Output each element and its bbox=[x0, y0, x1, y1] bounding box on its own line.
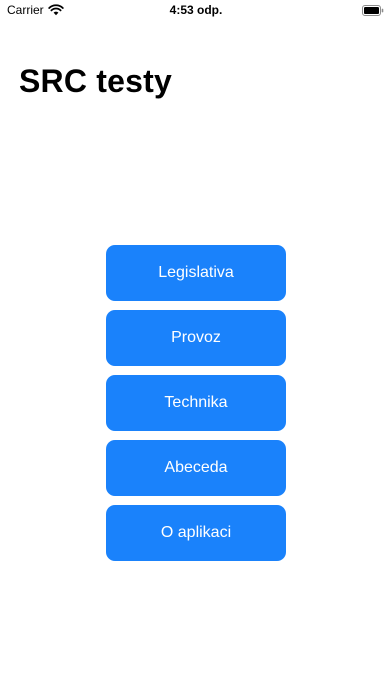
status-bar: Carrier 4:53 odp. bbox=[0, 0, 392, 22]
battery-icon bbox=[362, 5, 384, 16]
abeceda-button[interactable]: Abeceda bbox=[106, 440, 286, 496]
page-title: SRC testy bbox=[19, 63, 172, 99]
legislativa-button[interactable]: Legislativa bbox=[106, 245, 286, 301]
about-app-button[interactable]: O aplikaci bbox=[106, 505, 286, 561]
provoz-button[interactable]: Provoz bbox=[106, 310, 286, 366]
technika-button[interactable]: Technika bbox=[106, 375, 286, 431]
main-menu: Legislativa Provoz Technika Abeceda O ap… bbox=[106, 245, 286, 561]
status-time: 4:53 odp. bbox=[169, 3, 223, 17]
